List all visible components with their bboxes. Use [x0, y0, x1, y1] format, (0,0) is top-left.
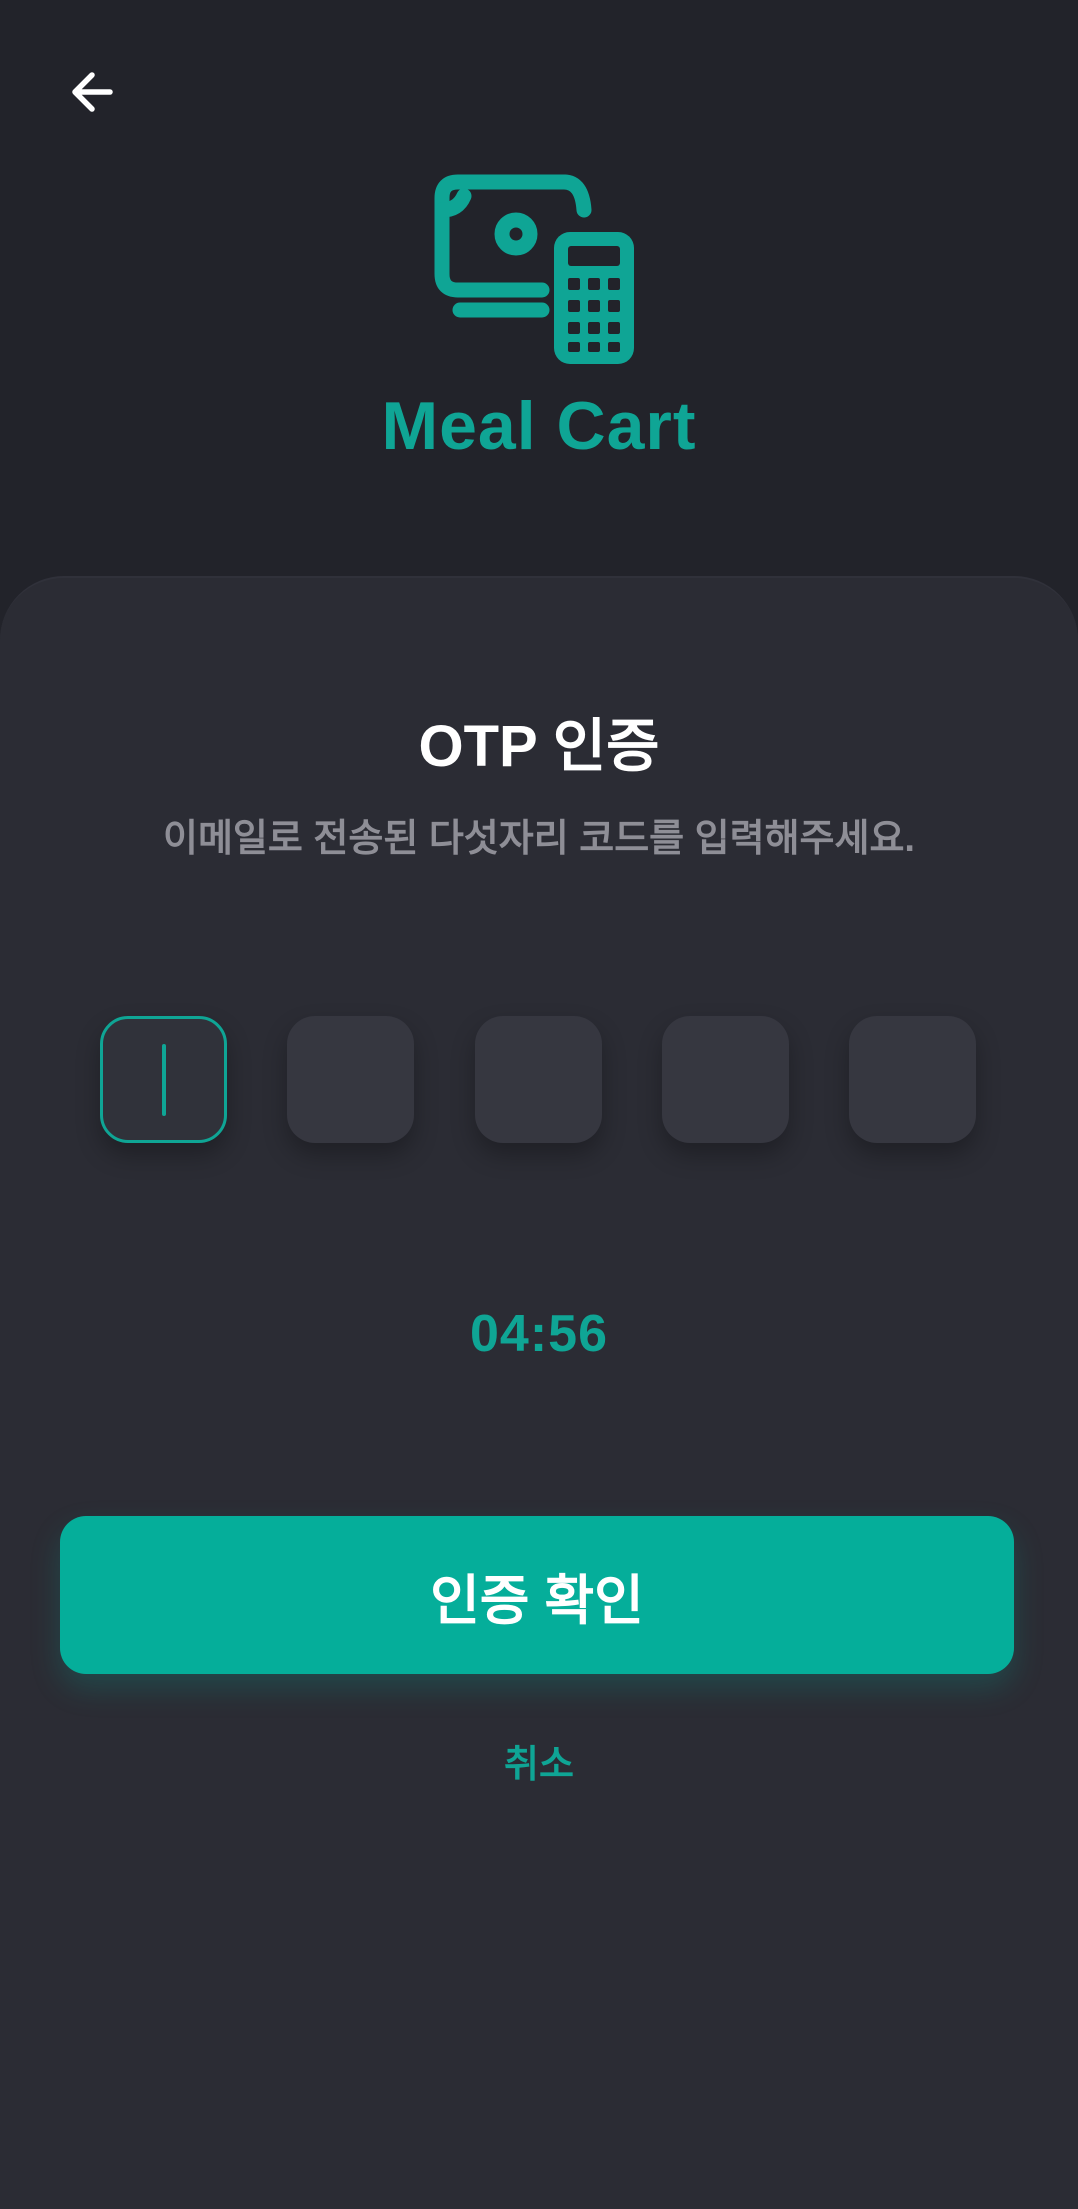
- otp-digit-4[interactable]: [662, 1016, 789, 1143]
- cancel-button[interactable]: 취소: [0, 1746, 1078, 1784]
- otp-card: OTP 인증 이메일로 전송된 다섯자리 코드를 입력해주세요. 04:56 인…: [0, 576, 1078, 2209]
- otp-digit-5[interactable]: [849, 1016, 976, 1143]
- otp-digit-3[interactable]: [475, 1016, 602, 1143]
- page-title: OTP 인증: [418, 714, 660, 779]
- brand-name: Meal Cart: [381, 388, 697, 464]
- otp-screen: Meal Cart OTP 인증 이메일로 전송된 다섯자리 코드를 입력해주세…: [0, 0, 1078, 2209]
- countdown-timer: 04:56: [470, 1305, 608, 1363]
- otp-digit-1[interactable]: [100, 1016, 227, 1143]
- otp-input-group: [100, 1016, 978, 1143]
- arrow-left-icon: [72, 72, 113, 112]
- otp-digit-2[interactable]: [287, 1016, 414, 1143]
- back-button[interactable]: [54, 54, 130, 130]
- page-subtitle: 이메일로 전송된 다섯자리 코드를 입력해주세요.: [163, 818, 915, 860]
- cash-calculator-icon: [434, 174, 634, 364]
- text-cursor: [161, 1043, 166, 1116]
- confirm-button[interactable]: 인증 확인: [60, 1516, 1014, 1674]
- brand-header: Meal Cart: [0, 170, 1078, 460]
